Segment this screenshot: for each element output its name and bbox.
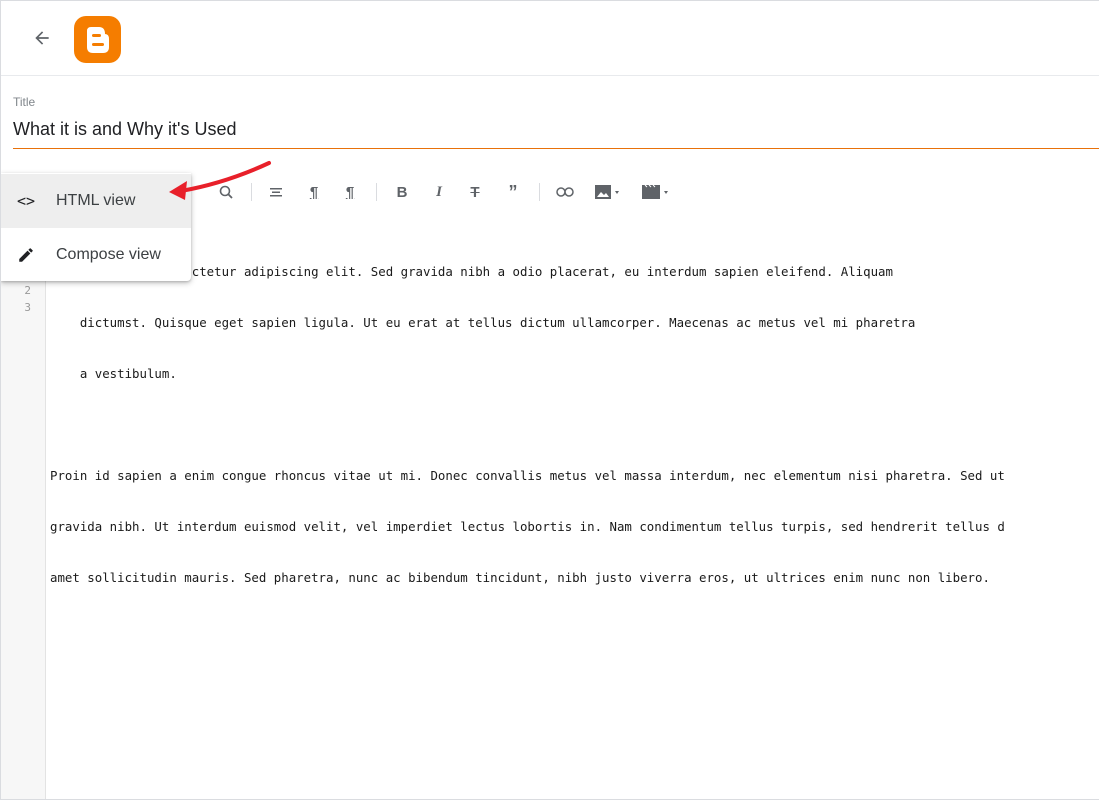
paragraph-rtl-icon[interactable]: ¶ — [339, 177, 361, 207]
compose-view-menu-item[interactable]: Compose view — [1, 228, 191, 282]
strikethrough-icon[interactable]: T — [464, 177, 486, 207]
code-line: dictumst. Quisque eget sapien ligula. Ut… — [50, 315, 916, 330]
code-line: sit amet, consectetur adipiscing elit. S… — [50, 264, 893, 279]
code-line: a vestibulum. — [50, 366, 177, 381]
link-icon[interactable] — [554, 177, 576, 207]
code-line: Proin id sapien a enim congue rhoncus vi… — [50, 468, 1005, 483]
code-line: gravida nibh. Ut interdum euismod velit,… — [50, 519, 1005, 534]
line-number: 2 — [24, 284, 31, 297]
paragraph-ltr-icon[interactable]: ¶ — [303, 177, 325, 207]
annotation-arrow-icon — [169, 161, 271, 200]
code-line: amet sollicitudin mauris. Sed pharetra, … — [50, 570, 990, 585]
line-number: 3 — [24, 301, 31, 314]
image-icon[interactable] — [591, 177, 625, 207]
bold-icon[interactable]: B — [391, 177, 413, 207]
editor-window: Title ¶ ¶ B I T ” 2 3 sit amet, consect — [0, 0, 1099, 800]
italic-icon[interactable]: I — [428, 177, 450, 207]
line-number-gutter: 2 3 — [1, 209, 46, 799]
toolbar-divider — [539, 183, 540, 201]
video-icon[interactable] — [638, 177, 674, 207]
pencil-icon — [15, 244, 37, 266]
quote-icon[interactable]: ” — [502, 177, 524, 207]
menu-item-label: Compose view — [56, 246, 161, 263]
html-code-editor[interactable]: sit amet, consectetur adipiscing elit. S… — [50, 229, 1099, 620]
toolbar-divider — [376, 183, 377, 201]
